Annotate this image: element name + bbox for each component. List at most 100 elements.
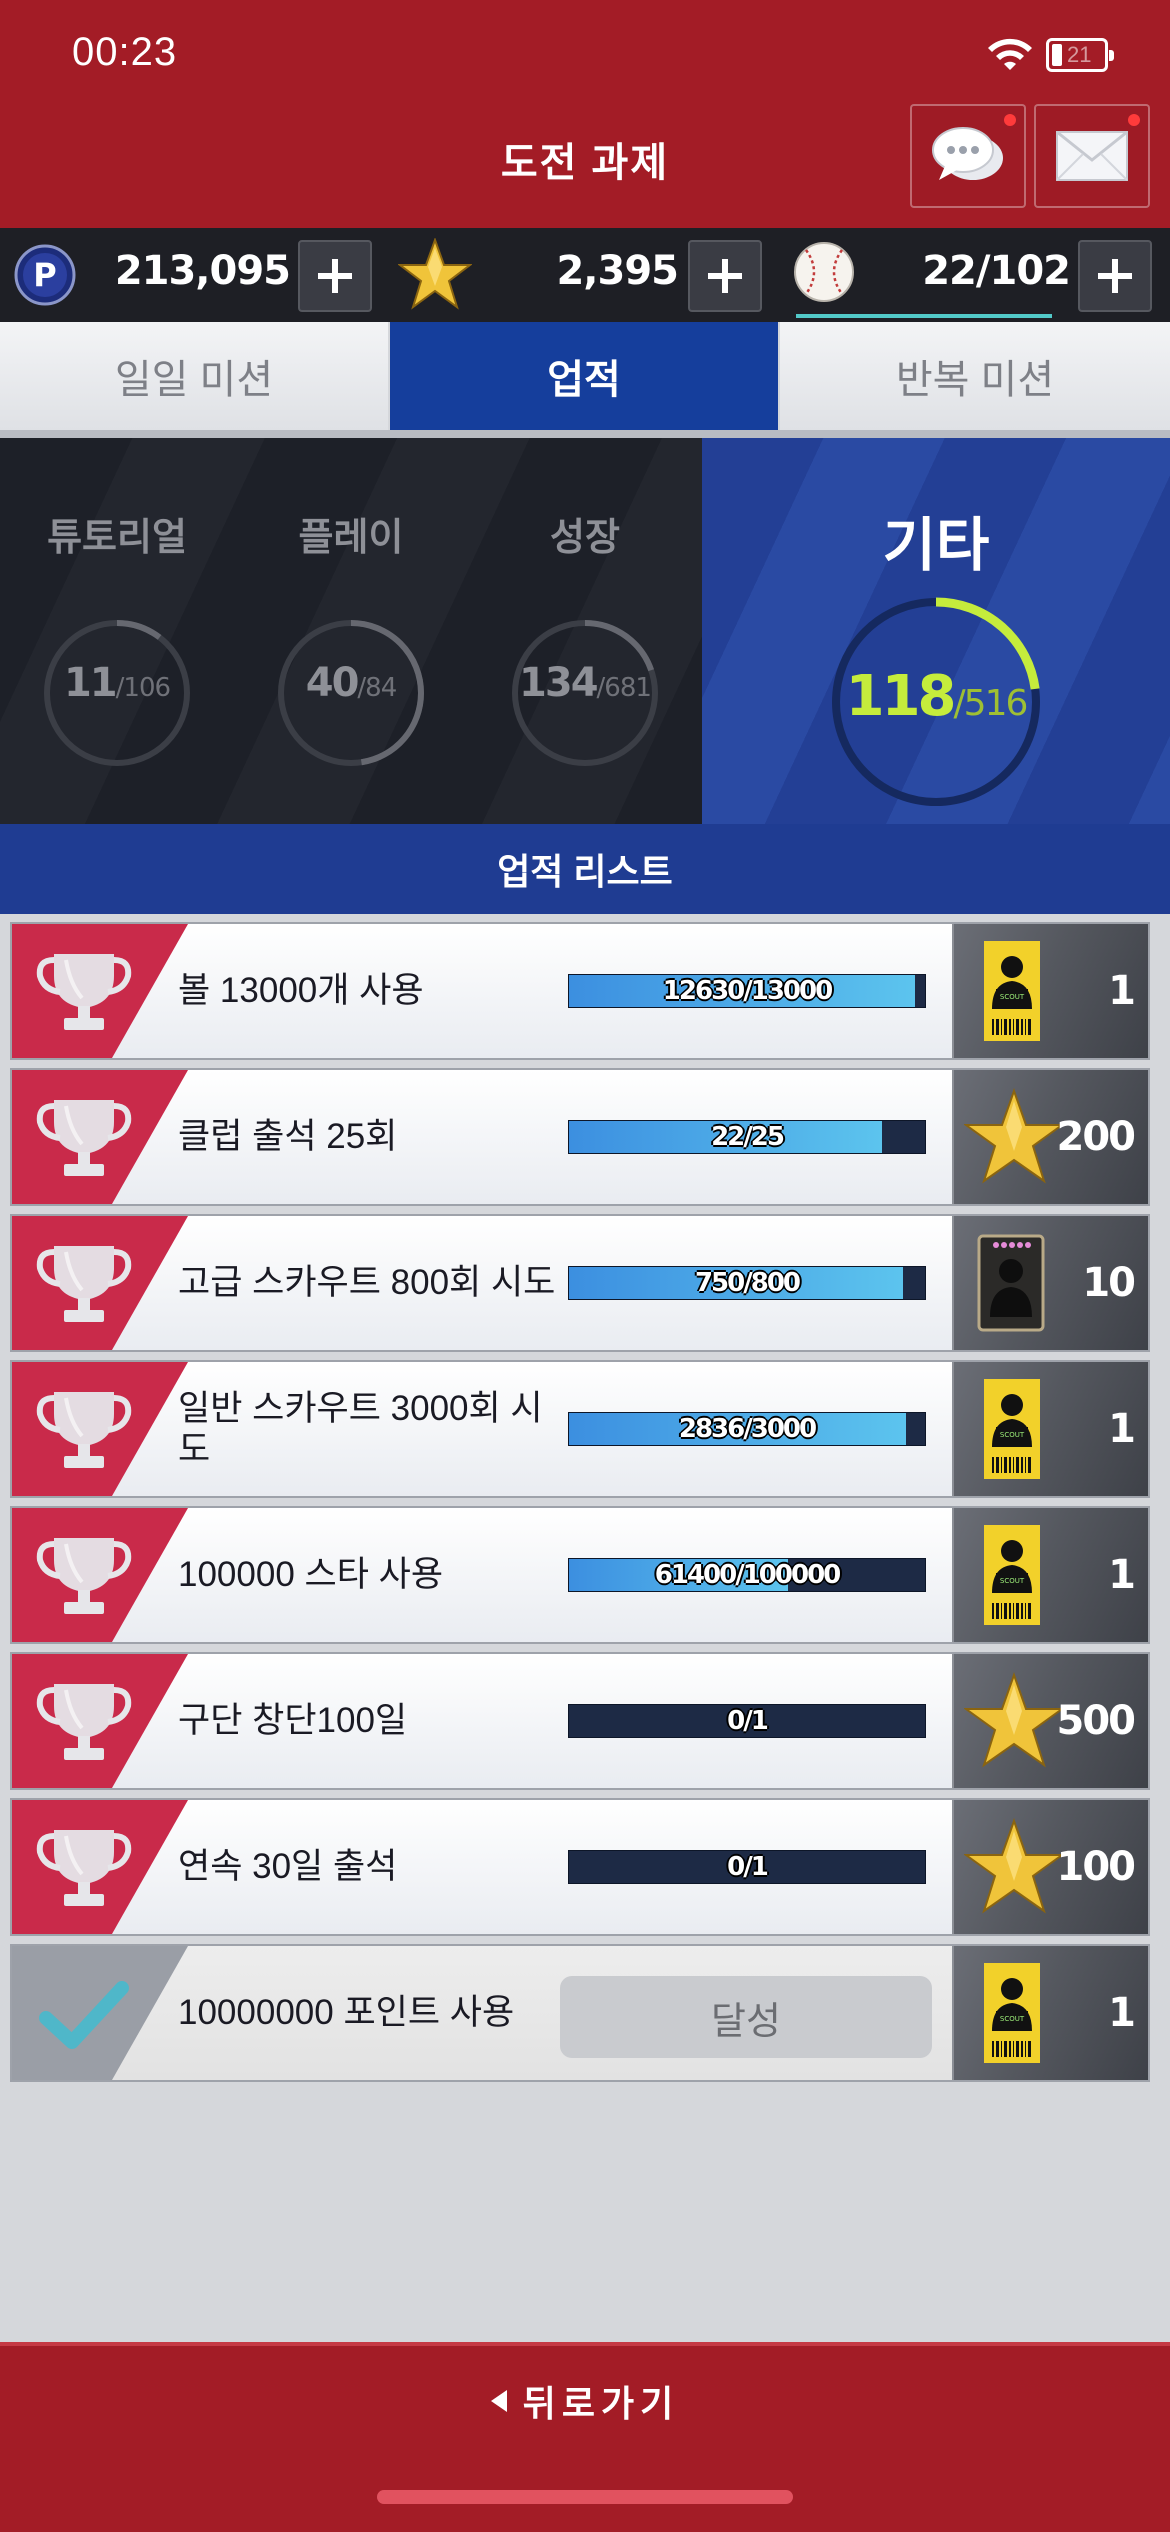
achievement-row[interactable]: 연속 30일 출석 0/1 100 <box>10 1798 1150 1936</box>
achieved-button[interactable]: 달성 <box>560 1976 932 2058</box>
back-button[interactable]: 뒤로가기 <box>0 2366 1170 2436</box>
reward-count: 200 <box>1056 1114 1136 1160</box>
tab-divider <box>0 430 1170 438</box>
category-count: 40/84 <box>305 660 398 706</box>
reward-box: 100 <box>952 1800 1148 1934</box>
achievement-name: 일반 스카우트 3000회 시도 <box>178 1388 543 1469</box>
achievement-row[interactable]: 100000 스타 사용 61400/100000 SCOUT 1 <box>10 1506 1150 1644</box>
notification-dot <box>1004 114 1016 126</box>
currency-bar: P 213,095 2,395 22/102 <box>0 228 1170 322</box>
envelope-icon <box>1056 130 1128 181</box>
achievement-badge <box>12 1800 188 1934</box>
achievement-badge <box>12 1362 188 1496</box>
reward-count: 10 <box>1082 1260 1136 1306</box>
reward-box: SCOUT 1 <box>952 1362 1148 1496</box>
reward-count: 1 <box>1108 1990 1136 2036</box>
tab-daily-missions[interactable]: 일일 미션 <box>0 322 388 430</box>
star-icon <box>398 238 472 310</box>
progress-bar: 22/25 <box>568 1120 926 1154</box>
scout-ticket-icon: SCOUT <box>982 939 1042 1048</box>
trophy-icon <box>36 1386 132 1479</box>
category-tutorial[interactable]: 튜토리얼 11/106 <box>0 438 234 824</box>
achievement-badge <box>12 1946 188 2080</box>
reward-count: 1 <box>1108 1552 1136 1598</box>
progress-bar: 12630/13000 <box>568 974 926 1008</box>
tab-repeat-missions[interactable]: 반복 미션 <box>780 322 1170 430</box>
svg-text:SCOUT: SCOUT <box>1000 1577 1025 1585</box>
star-icon <box>962 1671 1066 1776</box>
chat-bubbles-icon <box>932 127 1003 180</box>
trophy-icon <box>36 1240 132 1333</box>
chat-button[interactable] <box>910 104 1026 208</box>
back-arrow-icon <box>490 2390 507 2412</box>
tab-bar: 일일 미션 업적 반복 미션 <box>0 322 1170 438</box>
ball-refill-bar <box>796 314 1052 318</box>
add-balls-button[interactable] <box>1078 240 1152 312</box>
status-time: 00:23 <box>72 30 178 74</box>
achievement-name: 연속 30일 출석 <box>178 1847 398 1887</box>
svg-text:SCOUT: SCOUT <box>1000 2015 1025 2023</box>
svg-text:SCOUT: SCOUT <box>1000 1431 1025 1439</box>
achievement-row[interactable]: 구단 창단100일 0/1 500 <box>10 1652 1150 1790</box>
category-title: 성장 <box>550 517 620 559</box>
category-count: 118/516 <box>845 664 1029 729</box>
progress-text: 750/800 <box>694 1268 801 1298</box>
achievement-badge <box>12 1508 188 1642</box>
category-growth[interactable]: 성장 134/681 <box>468 438 702 824</box>
top-header: 00:23 21 도전 과제 <box>0 0 1170 228</box>
mail-button[interactable] <box>1034 104 1150 208</box>
trophy-icon <box>36 948 132 1041</box>
trophy-icon <box>36 1824 132 1917</box>
add-points-button[interactable] <box>298 240 372 312</box>
category-count: 134/681 <box>519 660 652 706</box>
progress-text: 12630/13000 <box>662 976 833 1006</box>
achievement-badge <box>12 1654 188 1788</box>
achievement-badge <box>12 1070 188 1204</box>
battery-icon: 21 <box>1046 38 1114 72</box>
wifi-icon <box>988 38 1032 70</box>
achievement-name: 구단 창단100일 <box>178 1701 408 1741</box>
achievement-name: 10000000 포인트 사용 <box>178 1993 515 2033</box>
scout-ticket-icon: SCOUT <box>982 1523 1042 1632</box>
progress-bar: 750/800 <box>568 1266 926 1300</box>
reward-box: SCOUT 1 <box>952 1508 1148 1642</box>
category-title: 튜토리얼 <box>47 517 187 559</box>
p-coin-icon: P <box>14 244 76 306</box>
category-play[interactable]: 플레이 40/84 <box>234 438 468 824</box>
star-icon <box>962 1087 1066 1192</box>
reward-count: 1 <box>1108 968 1136 1014</box>
reward-count: 100 <box>1056 1844 1136 1890</box>
notification-dot <box>1128 114 1140 126</box>
reward-count: 500 <box>1056 1698 1136 1744</box>
progress-bar: 0/1 <box>568 1850 926 1884</box>
scout-ticket-icon: SCOUT <box>982 1961 1042 2070</box>
baseball-icon <box>794 242 854 302</box>
reward-box: SCOUT 1 <box>952 924 1148 1058</box>
achievement-row[interactable]: 일반 스카우트 3000회 시도 2836/3000 SCOUT 1 <box>10 1360 1150 1498</box>
svg-text:SCOUT: SCOUT <box>1000 993 1025 1001</box>
progress-text: 0/1 <box>727 1706 769 1736</box>
player-card-icon <box>976 1233 1046 1338</box>
svg-text:P: P <box>33 256 56 294</box>
progress-bar: 0/1 <box>568 1704 926 1738</box>
achievement-row[interactable]: 고급 스카우트 800회 시도 750/800 10 <box>10 1214 1150 1352</box>
add-stars-button[interactable] <box>688 240 762 312</box>
achievement-row[interactable]: 볼 13000개 사용 12630/13000 SCOUT 1 <box>10 922 1150 1060</box>
reward-box: 10 <box>952 1216 1148 1350</box>
scout-ticket-icon: SCOUT <box>982 1377 1042 1486</box>
tab-achievements[interactable]: 업적 <box>390 322 778 438</box>
category-etc-active[interactable]: 기타 118/516 <box>702 438 1170 824</box>
home-indicator[interactable] <box>377 2490 793 2504</box>
category-panel: 튜토리얼 11/106 플레이 40/84 성장 134/681 기타 118/… <box>0 438 1170 824</box>
progress-bar: 61400/100000 <box>568 1558 926 1592</box>
progress-text: 0/1 <box>727 1852 769 1882</box>
achievement-name: 고급 스카우트 800회 시도 <box>178 1263 556 1303</box>
category-title: 플레이 <box>298 517 404 559</box>
star-icon <box>962 1817 1066 1922</box>
points-value: 213,095 <box>114 248 291 294</box>
progress-text: 61400/100000 <box>654 1560 842 1590</box>
achievement-row[interactable]: 10000000 포인트 사용 달성 SCOUT 1 <box>10 1944 1150 2082</box>
achievement-row[interactable]: 클럽 출석 25회 22/25 200 <box>10 1068 1150 1206</box>
stars-value: 2,395 <box>556 248 679 294</box>
progress-text: 22/25 <box>711 1122 785 1152</box>
